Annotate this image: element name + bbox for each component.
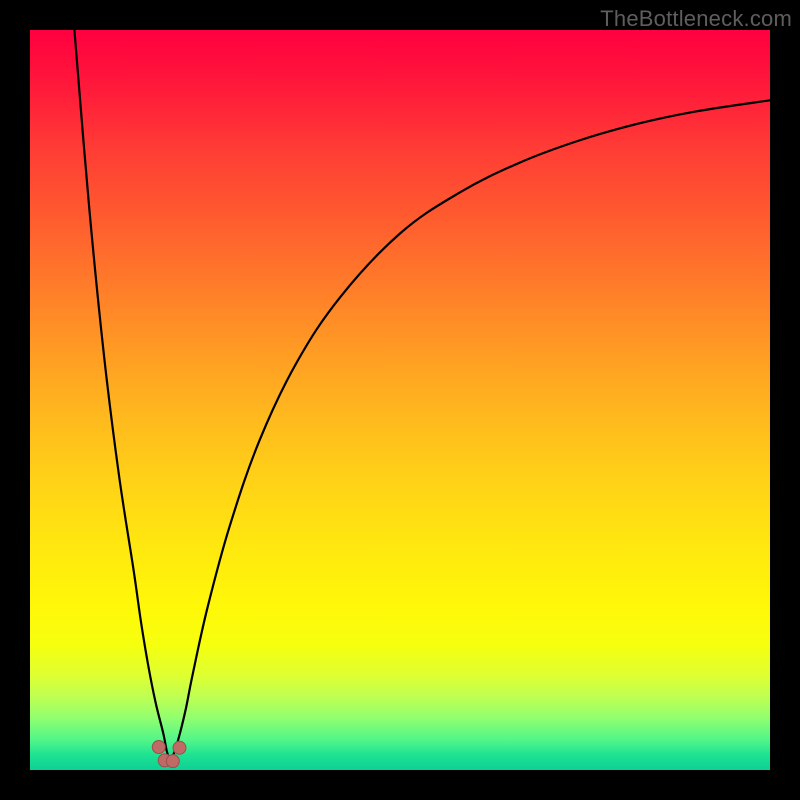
- curve-right: [171, 100, 770, 762]
- chart-svg: [30, 30, 770, 770]
- watermark-text: TheBottleneck.com: [600, 6, 792, 32]
- curve-left: [74, 30, 170, 763]
- plot-area: [30, 30, 770, 770]
- notch-marker-0: [152, 741, 165, 754]
- notch-markers: [152, 741, 186, 768]
- notch-marker-2: [166, 755, 179, 768]
- notch-marker-3: [173, 741, 186, 754]
- chart-frame: TheBottleneck.com: [0, 0, 800, 800]
